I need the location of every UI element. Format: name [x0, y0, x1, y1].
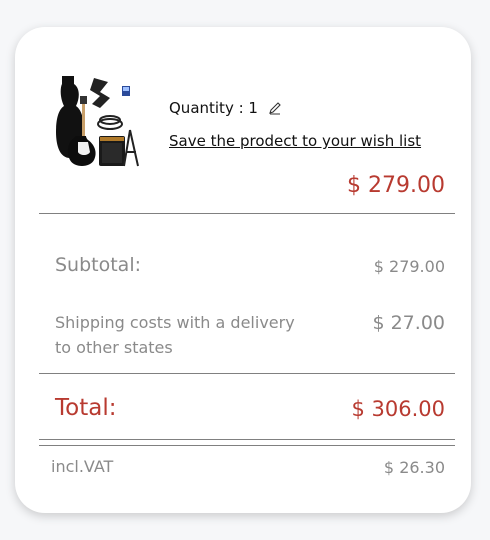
vat-label: incl.VAT [51, 457, 114, 476]
shipping-value: $ 27.00 [372, 312, 445, 334]
total-value: $ 306.00 [351, 397, 445, 421]
item-price: $ 279.00 [347, 173, 445, 198]
quantity-row: Quantity : 1 [169, 99, 282, 117]
save-to-wishlist-link[interactable]: Save the prodect to your wish list [169, 132, 421, 150]
total-label: Total: [55, 395, 117, 421]
divider-line [39, 445, 455, 446]
subtotal-value: $ 279.00 [373, 257, 445, 276]
quantity-label: Quantity : 1 [169, 99, 258, 117]
divider-line [39, 439, 455, 440]
pencil-icon[interactable] [268, 101, 282, 115]
guitar-bundle-image [56, 76, 139, 167]
vat-value: $ 26.30 [383, 458, 445, 477]
divider-line [39, 213, 455, 214]
order-summary-card: Quantity : 1 Save the prodect to your wi… [15, 27, 471, 513]
divider-line [39, 373, 455, 374]
shipping-label: Shipping costs with a delivery to other … [55, 313, 295, 357]
subtotal-label: Subtotal: [55, 254, 142, 276]
